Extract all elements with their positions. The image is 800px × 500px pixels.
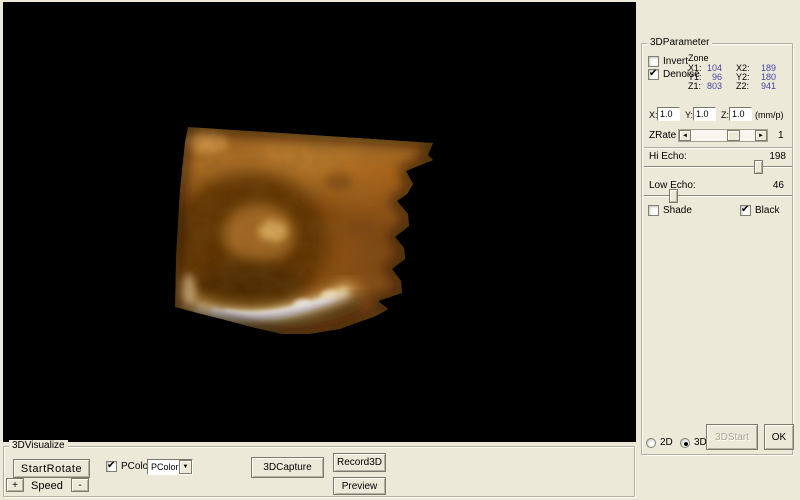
check-icon: ✔ <box>741 204 749 215</box>
mode-3d-radio[interactable]: 3D <box>680 437 707 448</box>
preview-button[interactable]: Preview <box>333 477 386 495</box>
low-echo-slider-thumb[interactable] <box>669 189 678 203</box>
mode-3d-label: 3D <box>694 437 707 448</box>
zone-label: Z2: <box>736 82 751 91</box>
check-icon: ✔ <box>107 460 115 471</box>
zrate-label: ZRate <box>649 130 676 141</box>
pcolor-checkbox-box: ✔ <box>106 461 117 472</box>
mode-3d-radio-circle <box>680 438 690 448</box>
3dcapture-button[interactable]: 3DCapture <box>251 457 324 478</box>
invert-checkbox-box <box>648 56 659 67</box>
zrate-value: 1 <box>778 130 784 141</box>
section-divider <box>644 147 792 149</box>
record3d-button[interactable]: Record3D <box>333 453 386 472</box>
zrate-scrollbar-thumb[interactable] <box>727 130 740 141</box>
x-scale-input[interactable] <box>657 107 680 121</box>
render-viewport[interactable] <box>3 2 636 442</box>
pcolor-checkbox[interactable]: ✔ PColor <box>106 461 152 472</box>
ok-button[interactable]: OK <box>764 424 794 450</box>
low-echo-slider[interactable] <box>644 188 792 204</box>
pcolor-combobox[interactable]: PColor ▼ <box>147 459 193 475</box>
app-window: 3DParameter Invert ✔ Denoise Zone X1:104… <box>0 0 800 500</box>
ultrasound-volume-image <box>3 2 636 442</box>
zone-value: 941 <box>751 82 776 91</box>
mode-2d-label: 2D <box>660 437 673 448</box>
speed-plus-button[interactable]: + <box>6 478 24 492</box>
zone-value: 803 <box>702 82 722 91</box>
scroll-right-button[interactable]: ► <box>755 130 767 141</box>
black-label: Black <box>755 205 779 216</box>
shade-checkbox[interactable]: Shade <box>648 205 692 216</box>
zone-label: Z1: <box>688 82 702 91</box>
mode-2d-radio-circle <box>646 438 656 448</box>
z-scale-input[interactable] <box>729 107 752 121</box>
chevron-down-icon: ▼ <box>183 464 189 470</box>
pcolor-combobox-value: PColor <box>148 460 179 474</box>
zrate-scrollbar[interactable]: ◄ ► <box>678 129 768 142</box>
hi-echo-slider[interactable] <box>644 159 792 175</box>
black-checkbox-box: ✔ <box>740 205 751 216</box>
parameter-groupbox: 3DParameter Invert ✔ Denoise Zone X1:104… <box>641 43 793 455</box>
denoise-checkbox-box: ✔ <box>648 69 659 80</box>
hi-echo-slider-track[interactable] <box>644 166 792 168</box>
speed-minus-button[interactable]: - <box>71 478 89 492</box>
mode-2d-radio[interactable]: 2D <box>646 437 673 448</box>
scroll-left-icon: ◄ <box>682 133 688 139</box>
zone-title: Zone <box>688 54 776 63</box>
zone-grid: X1:104X2:189 Y1:96Y2:180 Z1:803Z2:941 <box>688 64 776 91</box>
speed-label: Speed <box>31 480 63 492</box>
scale-unit-label: (mm/p) <box>755 110 784 120</box>
invert-label: Invert <box>663 56 688 67</box>
3dstart-button[interactable]: 3DStart <box>706 424 758 450</box>
z-scale-label: Z: <box>721 110 729 120</box>
zone-info: Zone X1:104X2:189 Y1:96Y2:180 Z1:803Z2:9… <box>688 54 776 91</box>
pcolor-combobox-dropdown-button[interactable]: ▼ <box>179 460 192 474</box>
check-icon: ✔ <box>649 68 657 79</box>
start-rotate-button[interactable]: StartRotate <box>13 459 90 478</box>
zrate-scrollbar-track[interactable] <box>691 130 755 141</box>
shade-label: Shade <box>663 205 692 216</box>
visualize-group-title: 3DVisualize <box>9 440 68 451</box>
low-echo-slider-track[interactable] <box>644 195 792 197</box>
hi-echo-slider-thumb[interactable] <box>754 160 763 174</box>
visualize-groupbox: 3DVisualize StartRotate + Speed - ✔ PCol… <box>3 446 635 497</box>
black-checkbox[interactable]: ✔ Black <box>740 205 779 216</box>
scroll-right-icon: ► <box>758 133 764 139</box>
invert-checkbox[interactable]: Invert <box>648 56 688 67</box>
parameter-group-title: 3DParameter <box>647 37 712 48</box>
shade-checkbox-box <box>648 205 659 216</box>
y-scale-input[interactable] <box>693 107 716 121</box>
y-scale-label: Y: <box>685 110 693 120</box>
scroll-left-button[interactable]: ◄ <box>679 130 691 141</box>
